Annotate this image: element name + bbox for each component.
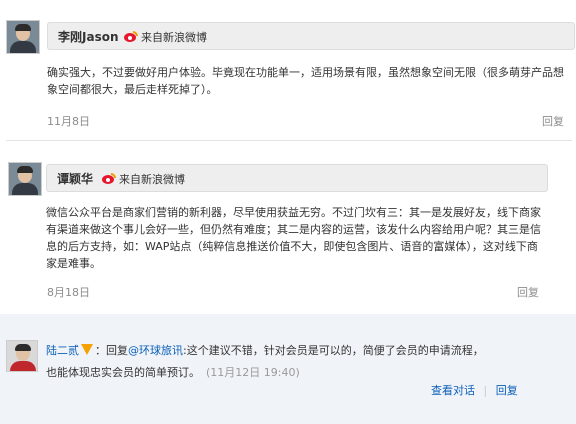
source-2[interactable]: 来自新浪微博	[102, 171, 185, 187]
divider-1	[6, 140, 572, 141]
view-conversation-link[interactable]: 查看对话	[431, 384, 475, 397]
mention-link[interactable]: @环球旅讯	[128, 344, 183, 357]
comment-text-1: 确实强大，不过要做好用户体验。毕竟现在功能单一，适用场景有限，虽然想象空间无限（…	[47, 66, 564, 96]
source-1[interactable]: 来自新浪微博	[124, 29, 207, 45]
comment-header-1: 李刚Jason 来自新浪微博	[47, 22, 575, 50]
avatar-reply-user[interactable]	[6, 340, 38, 372]
username-2[interactable]: 谭颖华	[57, 170, 93, 187]
reply-line-1: 陆二贰 ：回复@环球旅讯:这个建议不错，针对会员是可以的，简便了会员的申请流程，	[46, 340, 566, 362]
reply-username[interactable]: 陆二贰	[46, 344, 79, 357]
action-divider: |	[483, 384, 488, 397]
reply-text-2: 也能体现忠实会员的简单预订。	[46, 366, 200, 379]
comment-date-2: 8月18日	[47, 286, 90, 299]
source-label-1: 来自新浪微博	[141, 31, 207, 44]
reply-button-2[interactable]: 回复	[517, 284, 539, 300]
weibo-icon	[102, 173, 116, 185]
avatar-user-2[interactable]	[8, 162, 42, 196]
avatar-user-1[interactable]	[6, 20, 40, 54]
reply-line-2: 也能体现忠实会员的简单预订。 (11月12日 19:40)	[46, 362, 300, 384]
reply-button-1[interactable]: 回复	[542, 113, 564, 129]
verified-v-icon	[81, 344, 93, 355]
comment-date-1: 11月8日	[47, 115, 90, 128]
reply-prefix: ：回复	[95, 344, 128, 357]
username-1[interactable]: 李刚Jason	[58, 28, 119, 45]
comment-header-2: 谭颖华 来自新浪微博	[46, 164, 548, 192]
reply-text-1: :这个建议不错，针对会员是可以的，简便了会员的申请流程，	[183, 344, 484, 357]
reply-time: (11月12日 19:40)	[206, 366, 300, 379]
source-label-2: 来自新浪微博	[119, 173, 185, 186]
weibo-icon	[124, 31, 138, 43]
reply-actions: 查看对话 | 回复	[431, 380, 518, 402]
reply-button-3[interactable]: 回复	[496, 384, 518, 397]
comment-text-2: 微信公众平台是商家们营销的新利器，尽早使用获益无穷。不过门坎有三：其一是发展好友…	[46, 206, 541, 270]
